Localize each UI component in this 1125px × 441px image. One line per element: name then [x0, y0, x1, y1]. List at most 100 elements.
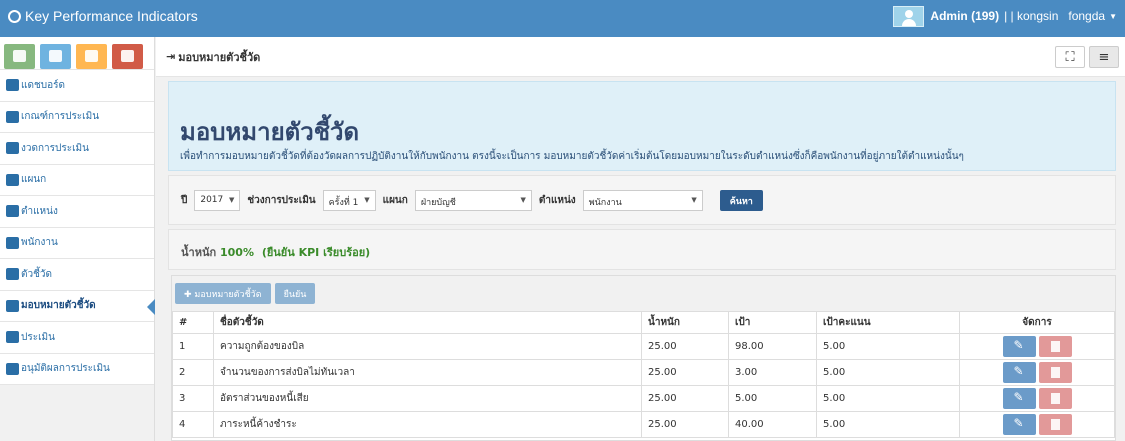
shortcut-edit-button[interactable] — [76, 44, 107, 69]
sidebar-item-employee[interactable]: พนักงาน — [0, 228, 154, 259]
fullscreen-button[interactable]: ⛶ — [1055, 46, 1085, 68]
sidebar: แดชบอร์ด เกณฑ์การประเมิน งวดการประเมิน แ… — [0, 37, 155, 441]
row-number: 1 — [172, 333, 214, 360]
table-row: 1 ความถูกต้องของบิล 25.00 98.00 5.00 — [172, 333, 1115, 360]
avatar — [893, 5, 925, 27]
list-icon — [6, 331, 19, 344]
table-header-row: # ชื่อตัวชี้วัด น้ำหนัก เป้า เป้าคะแนน จ… — [172, 311, 1115, 334]
sidebar-item-dashboard[interactable]: แดชบอร์ด — [0, 70, 154, 102]
row-number: 3 — [172, 385, 214, 412]
approve-icon — [6, 362, 19, 375]
grid-icon — [6, 110, 19, 123]
position-select[interactable]: พนักงาน — [582, 189, 703, 211]
fullscreen-icon: ⛶ — [1065, 49, 1075, 65]
col-indicator-name: ชื่อตัวชี้วัด — [213, 311, 642, 334]
edit-button[interactable] — [1002, 414, 1036, 435]
edit-button[interactable] — [1002, 388, 1036, 409]
target-cell: 98.00 — [728, 333, 817, 360]
weight-cell: 25.00 — [641, 385, 729, 412]
period-select[interactable]: ครั้งที่ 1 — [322, 189, 376, 211]
sidebar-item-indicator[interactable]: ตัวชี้วัด — [0, 259, 154, 291]
menu-button[interactable]: ≡ — [1089, 46, 1119, 68]
sidebar-bottom — [0, 385, 154, 441]
caret-down-icon: ▼ — [1109, 11, 1117, 21]
sidebar-item-label: เกณฑ์การประเมิน — [21, 111, 100, 123]
indicator-table: # ชื่อตัวชี้วัด น้ำหนัก เป้า เป้าคะแนน จ… — [172, 311, 1115, 438]
page-breadcrumb: มอบหมายตัวชี้วัด — [178, 50, 261, 64]
target-score-cell: 5.00 — [816, 333, 960, 360]
user-icon — [6, 236, 19, 249]
col-number: # — [172, 311, 214, 334]
year-select[interactable]: 2017 — [194, 189, 241, 211]
filter-bar: ปี 2017 ช่วงการประเมิน ครั้งที่ 1 แผนก ฝ… — [168, 175, 1116, 225]
col-target: เป้า — [728, 311, 817, 334]
year-label: ปี — [181, 194, 188, 206]
menu-icon: ≡ — [1098, 49, 1110, 65]
app-brand[interactable]: Key Performance Indicators — [8, 8, 198, 24]
target-score-cell: 5.00 — [816, 411, 960, 438]
user-name: Admin (199) — [930, 9, 1000, 23]
user-extra: fongda — [1068, 9, 1106, 23]
sidebar-item-department[interactable]: แผนก — [0, 165, 154, 196]
col-weight: น้ำหนัก — [641, 311, 729, 334]
shortcut-download-button[interactable] — [112, 44, 143, 69]
actions-cell — [959, 411, 1115, 438]
indent-list-icon: ⇥ — [166, 50, 176, 63]
indicator-name: จำนวนของการส่งบิลไม่ทันเวลา — [213, 359, 642, 386]
period-label: ช่วงการประเมิน — [247, 194, 316, 206]
delete-button[interactable] — [1038, 388, 1072, 409]
sidebar-item-label: แผนก — [21, 174, 47, 186]
sidebar-item-period[interactable]: งวดการประเมิน — [0, 133, 154, 165]
sidebar-item-approve[interactable]: อนุมัติผลการประเมิน — [0, 354, 154, 385]
indicator-name: อัตราส่วนของหนี้เสีย — [213, 385, 642, 412]
sidebar-item-evaluate[interactable]: ประเมิน — [0, 322, 154, 354]
sidebar-item-label: ประเมิน — [21, 331, 55, 343]
search-button[interactable]: ค้นหา — [719, 189, 763, 211]
actions-cell — [959, 359, 1115, 386]
shortcut-bar — [0, 37, 154, 70]
department-label: แผนก — [382, 194, 408, 206]
assign-indicator-button[interactable]: ✚ มอบหมายตัวชี้วัด — [175, 283, 271, 304]
edit-button[interactable] — [1002, 336, 1036, 357]
shortcut-list-button[interactable] — [4, 44, 35, 69]
indent-list-icon — [6, 299, 19, 312]
delete-button[interactable] — [1038, 362, 1072, 383]
shortcut-user-button[interactable] — [40, 44, 71, 69]
assign-label: มอบหมายตัวชี้วัด — [194, 290, 262, 300]
table-row: 3 อัตราส่วนของหนี้เสีย 25.00 5.00 5.00 — [172, 385, 1115, 412]
position-label: ตำแหน่ง — [538, 194, 576, 206]
app-title: Key Performance Indicators — [25, 8, 198, 24]
weight-value: 100% — [219, 246, 254, 259]
hero-panel: มอบหมายตัวชี้วัด เพื่อทำการมอบหมายตัวชี้… — [168, 81, 1116, 171]
indicator-name: ความถูกต้องของบิล — [213, 333, 642, 360]
delete-button[interactable] — [1038, 336, 1072, 357]
weight-cell: 25.00 — [641, 359, 729, 386]
page-title: มอบหมายตัวชี้วัด — [180, 118, 360, 146]
target-score-cell: 5.00 — [816, 385, 960, 412]
delete-button[interactable] — [1038, 414, 1072, 435]
user-menu[interactable]: Admin (199) | | kongsin fongda ▼ — [893, 3, 1117, 29]
department-select[interactable]: ฝ่ายบัญชี — [414, 189, 532, 211]
edit-button[interactable] — [1002, 362, 1036, 383]
sidebar-item-position[interactable]: ตำแหน่ง — [0, 196, 154, 228]
main-content: ⇥ มอบหมายตัวชี้วัด ⛶ ≡ มอบหมายตัวชี้วัด … — [156, 37, 1125, 441]
sidebar-item-label: ตำแหน่ง — [21, 205, 58, 217]
row-number: 4 — [172, 411, 214, 438]
target-cell: 3.00 — [728, 359, 817, 386]
fire-icon — [6, 205, 19, 218]
weight-summary: น้ำหนัก 100% (ยืนยัน KPI เรียบร้อย) — [168, 229, 1116, 270]
target-cell: 5.00 — [728, 385, 817, 412]
sidebar-item-assign-indicator[interactable]: มอบหมายตัวชี้วัด — [0, 291, 155, 322]
department-icon — [6, 173, 19, 186]
weight-cell: 25.00 — [641, 411, 729, 438]
weight-cell: 25.00 — [641, 333, 729, 360]
sidebar-item-label: พนักงาน — [21, 237, 58, 249]
sidebar-item-criteria[interactable]: เกณฑ์การประเมิน — [0, 102, 154, 133]
col-actions: จัดการ — [959, 311, 1115, 334]
weight-label: น้ำหนัก — [181, 246, 217, 259]
row-number: 2 — [172, 359, 214, 386]
confirm-button[interactable]: ยืนยัน — [274, 283, 316, 304]
table-toolbar: ✚ มอบหมายตัวชี้วัด ยืนยัน — [172, 276, 1115, 311]
dashboard-icon — [6, 79, 19, 92]
actions-cell — [959, 385, 1115, 412]
